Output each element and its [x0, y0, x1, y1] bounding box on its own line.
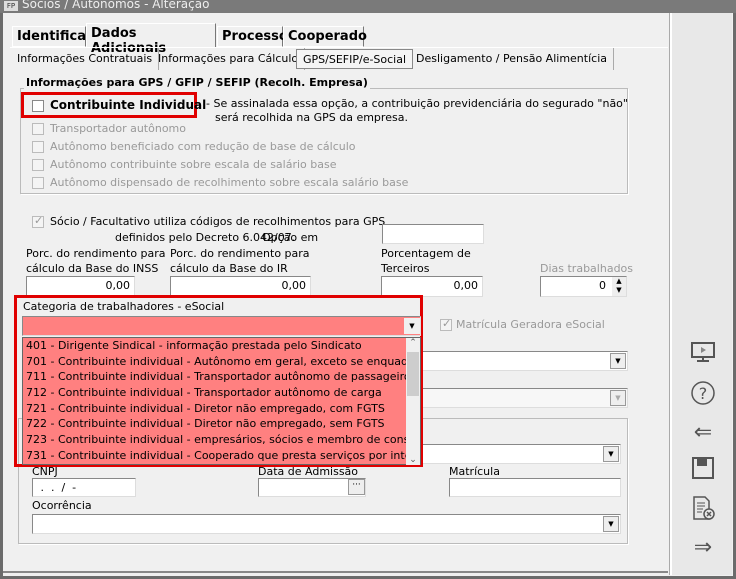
transportador-label: Transportador autônomo — [50, 122, 186, 135]
inss-label-line1: Porc. do rendimento para — [26, 247, 166, 260]
terceiros-label-line2: Terceiros — [381, 262, 430, 275]
back-arrow-icon[interactable]: ⇐ — [688, 418, 718, 448]
beneficiado-label: Autônomo beneficiado com redução de base… — [50, 140, 356, 153]
subtab-desligamento[interactable]: Desligamento / Pensão Alimentícia — [410, 48, 614, 70]
inss-percent-input[interactable]: 0,00 — [26, 276, 135, 297]
categoria-combo[interactable] — [22, 316, 421, 336]
tab-cooperado[interactable]: Cooperado — [283, 26, 367, 47]
monitor-play-icon[interactable] — [688, 341, 718, 371]
ir-label-line2: cálculo da Base do IR — [170, 262, 288, 275]
scroll-thumb[interactable] — [407, 352, 419, 396]
scroll-up-icon[interactable]: ⌃ — [406, 338, 420, 352]
forward-arrow-icon[interactable]: ⇒ — [688, 533, 718, 563]
chevron-down-icon[interactable]: ▼ — [404, 318, 420, 334]
transportador-checkbox — [32, 123, 44, 135]
escala-checkbox — [32, 159, 44, 171]
list-item[interactable]: 401 - Dirigente Sindical - informação pr… — [23, 338, 408, 354]
scroll-down-icon[interactable]: ⌄ — [406, 455, 420, 465]
subtab-gps-sefip-esocial[interactable]: GPS/SEFIP/e-Social — [296, 49, 414, 69]
opcao-em-label: Opção em — [262, 231, 319, 244]
ir-percent-input[interactable]: 0,00 — [170, 276, 311, 297]
gps-group-title: Informações para GPS / GFIP / SEFIP (Rec… — [24, 76, 370, 89]
save-icon[interactable] — [688, 456, 718, 486]
subtab-informacoes-calculo[interactable]: Informações para Cálculo — [152, 48, 306, 70]
terceiros-label-line1: Porcentagem de — [381, 247, 471, 260]
note-line2: será recolhida na GPS da empresa. — [215, 111, 408, 124]
list-item[interactable]: 723 - Contribuinte individual - empresár… — [23, 432, 408, 448]
chevron-down-icon[interactable]: ▼ — [603, 446, 619, 462]
title-bar: FP Sócios / Autônomos - Alteração — [0, 0, 736, 13]
inss-label-line2: cálculo da Base do INSS — [26, 262, 159, 275]
matricula-geradora-checkbox — [440, 317, 452, 331]
chevron-down-icon[interactable]: ▼ — [603, 516, 619, 532]
dias-trabalhados-label: Dias trabalhados — [540, 262, 634, 275]
categoria-label: Categoria de trabalhadores - eSocial — [23, 300, 225, 313]
combo-behind-2-disabled: ▼ — [420, 388, 628, 408]
list-item[interactable]: 731 - Contribuinte individual - Cooperad… — [23, 448, 408, 464]
list-item[interactable]: 711 - Contribuinte individual - Transpor… — [23, 369, 408, 385]
right-toolbar: ? ⇐ ⇒ — [670, 13, 732, 575]
date-picker-button[interactable]: ··· — [348, 479, 365, 495]
escala-label: Autônomo contribuinte sobre escala de sa… — [50, 158, 337, 171]
matricula-label: Matrícula — [449, 465, 500, 478]
matricula-geradora-label: Matrícula Geradora eSocial — [456, 318, 605, 331]
socio-facultativo-checkbox — [32, 214, 44, 228]
contribuinte-individual-checkbox[interactable] — [32, 100, 44, 112]
list-item[interactable]: 712 - Contribuinte individual - Transpor… — [23, 385, 408, 401]
combo-behind-3[interactable]: ▼ — [420, 444, 621, 464]
list-item[interactable]: 722 - Contribuinte individual - Diretor … — [23, 416, 408, 432]
ir-label-line1: Porc. do rendimento para — [170, 247, 310, 260]
tab-identificacao[interactable]: Identificação — [12, 26, 111, 47]
beneficiado-checkbox — [32, 141, 44, 153]
ocorrencia-combo[interactable]: ▼ — [32, 514, 621, 534]
list-item[interactable]: 721 - Contribuinte individual - Diretor … — [23, 401, 408, 417]
terceiros-percent-input[interactable]: 0,00 — [381, 276, 483, 297]
categoria-dropdown-list[interactable]: 401 - Dirigente Sindical - informação pr… — [22, 337, 421, 465]
opcao-em-input[interactable] — [382, 224, 484, 244]
cnpj-input[interactable]: . . / - — [32, 478, 136, 497]
list-item[interactable]: 701 - Contribuinte individual - Autônomo… — [23, 354, 408, 370]
chevron-down-icon[interactable]: ▼ — [610, 353, 626, 369]
cancel-document-icon[interactable] — [688, 495, 718, 525]
socio-label-line1: Sócio / Facultativo utiliza códigos de r… — [50, 215, 386, 228]
spinner-arrows-icon[interactable]: ▲ ▼ — [612, 277, 626, 296]
svg-text:?: ? — [699, 384, 708, 403]
inss-label: Porc. do rendimento para cálculo da Base … — [26, 246, 166, 276]
contribuinte-individual-label: Contribuinte Individual — [50, 98, 207, 112]
combo-behind-1[interactable]: ▼ — [420, 351, 628, 371]
ocorrencia-label: Ocorrência — [32, 499, 92, 512]
ir-label: Porc. do rendimento para cálculo da Base … — [170, 246, 310, 276]
tab-dados-adicionais[interactable]: Dados Adicionais — [86, 23, 216, 56]
matricula-input[interactable] — [449, 478, 621, 497]
subtab-informacoes-contratuais[interactable]: Informações Contratuais — [11, 48, 160, 70]
help-icon[interactable]: ? — [688, 380, 718, 410]
dispensado-label: Autônomo dispensado de recolhimento sobr… — [50, 176, 409, 189]
chevron-down-icon: ▼ — [610, 390, 626, 406]
terceiros-label: Porcentagem de Terceiros — [381, 246, 471, 276]
window-title: Sócios / Autônomos - Alteração — [22, 0, 210, 11]
note-line1: - Se assinalada essa opção, a contribuiç… — [206, 97, 628, 110]
app-icon: FP — [4, 1, 18, 11]
dispensado-checkbox — [32, 177, 44, 189]
dropdown-scrollbar[interactable]: ⌃ ⌄ — [406, 338, 420, 465]
tab-processos[interactable]: Processos — [217, 26, 296, 47]
